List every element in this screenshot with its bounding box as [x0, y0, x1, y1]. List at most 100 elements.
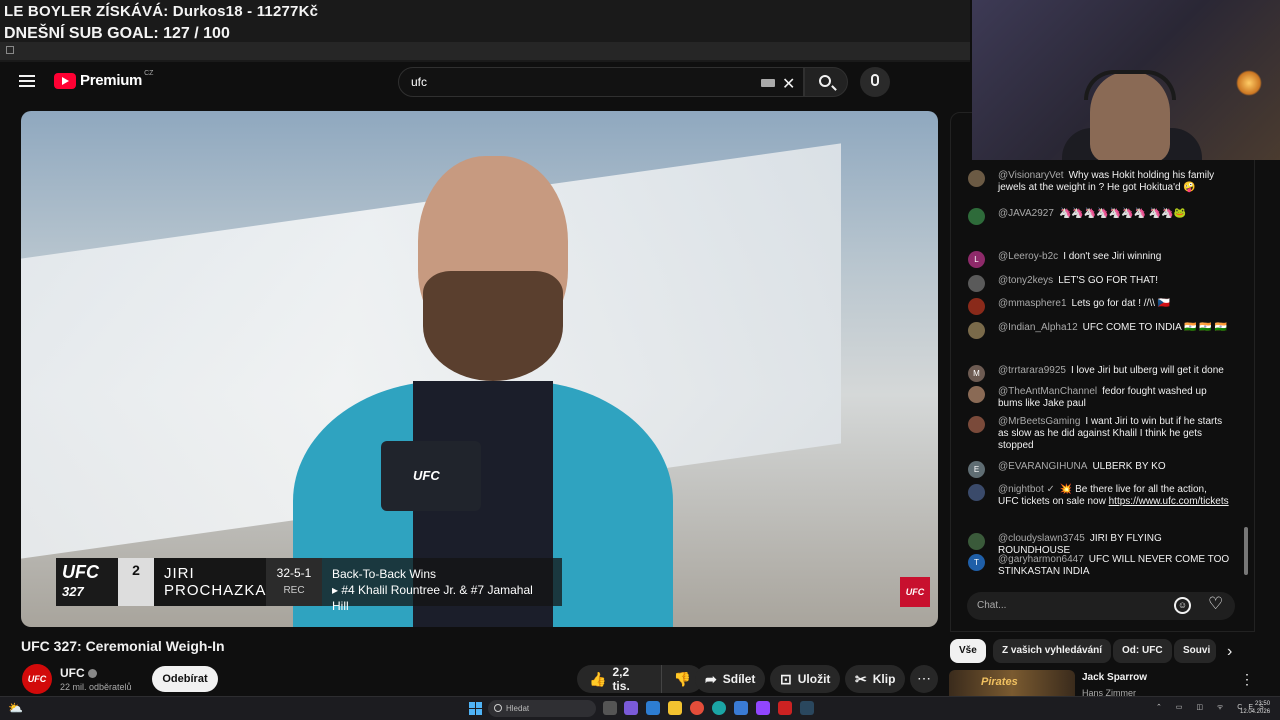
chat-avatar[interactable] — [968, 416, 985, 433]
chat-message: @tony2keys LET'S GO FOR THAT! — [968, 275, 1230, 292]
chat-text: 🦄🦄🦄🦄🦄🦄🦄 🦄🦄🐸 — [1058, 208, 1187, 219]
thumbs-down-icon: 👎 — [673, 670, 691, 687]
windows-taskbar: ⛅ Hledat ⌃ ▭ ◫ ᯤ CES 23:50 12.04.2026 — [0, 696, 1280, 720]
event-logo: UFC 327 — [56, 558, 118, 606]
share-button[interactable]: ➦ Sdílet — [695, 665, 766, 693]
edge-icon[interactable] — [712, 701, 726, 715]
widgets-icon[interactable]: ⛅ — [8, 701, 23, 715]
logo-region: CZ — [144, 70, 154, 77]
chat-message: @nightbot ✓ 💥 Be there live for all the a… — [968, 484, 1230, 508]
chip-related[interactable]: Souvi — [1174, 639, 1216, 663]
chat-avatar[interactable]: L — [968, 251, 985, 268]
channel-avatar[interactable]: UFC — [22, 664, 52, 694]
search-icon — [819, 75, 831, 87]
channel-name[interactable]: UFC — [60, 666, 97, 680]
video-title: UFC 327: Ceremonial Weigh-In — [21, 638, 225, 654]
logo-text: Premium — [80, 72, 143, 89]
fighter-name: JIRI PROCHAZKA — [154, 558, 266, 606]
like-button[interactable]: 👍 2,2 tis. — [577, 665, 662, 693]
chat-avatar[interactable] — [968, 322, 985, 339]
chat-message: @MrBeetsGaming I want Jiri to win but if … — [968, 416, 1230, 452]
recommendation-more-icon[interactable]: ⋮ — [1240, 671, 1254, 688]
mic-label: UFC — [413, 468, 440, 483]
chat-author[interactable]: @garyharmon6447 — [998, 554, 1084, 565]
recommendation-title[interactable]: Jack Sparrow — [1082, 672, 1147, 683]
emoji-icon[interactable]: ☺ — [1174, 597, 1191, 614]
chat-author[interactable]: @mmasphere1 — [998, 298, 1067, 309]
discord-icon[interactable] — [756, 701, 770, 715]
chat-avatar[interactable] — [968, 298, 985, 315]
folder-icon[interactable] — [668, 701, 682, 715]
mail-icon[interactable] — [646, 701, 660, 715]
chat-text: ULBERK BY KO — [1092, 461, 1166, 472]
chat-author[interactable]: @TheAntManChannel — [998, 386, 1097, 397]
task-view-icon[interactable] — [603, 701, 617, 715]
chat-author[interactable]: @nightbot ✓ — [998, 484, 1055, 495]
chat-avatar[interactable]: M — [968, 365, 985, 382]
save-button[interactable]: ⊡ Uložit — [770, 665, 841, 693]
start-button[interactable] — [469, 702, 482, 715]
clear-search-icon[interactable]: ✕ — [782, 74, 795, 94]
chat-avatar[interactable]: E — [968, 461, 985, 478]
chat-message: L @Leeroy-b2c I don't see Jiri winning — [968, 251, 1230, 268]
chat-author[interactable]: @trrtarara9925 — [998, 365, 1066, 376]
chrome-icon[interactable] — [690, 701, 704, 715]
chat-author[interactable]: @VisionaryVet — [998, 170, 1064, 181]
chat-avatar[interactable] — [968, 170, 985, 187]
thumbs-up-icon: 👍 — [589, 670, 607, 687]
steam-icon[interactable] — [800, 701, 814, 715]
chat-author[interactable]: @tony2keys — [998, 275, 1053, 286]
youtube-premium-logo[interactable]: Premium CZ — [54, 70, 154, 89]
chat-avatar[interactable] — [968, 533, 985, 550]
chat-avatar[interactable] — [968, 386, 985, 403]
chat-message: @VisionaryVet Why was Hokit holding his f… — [968, 170, 1230, 194]
chat-author[interactable]: @MrBeetsGaming — [998, 416, 1080, 427]
search-box: ✕ — [398, 67, 804, 97]
headset — [1084, 70, 1176, 100]
chip-from-searches[interactable]: Z vašich vyhledávání — [993, 639, 1112, 663]
grid-icon — [6, 46, 14, 54]
chat-text: UFC COME TO INDIA 🇮🇳 🇮🇳 🇮🇳 — [1082, 322, 1227, 333]
chat-link[interactable]: https://www.ufc.com/tickets — [1109, 496, 1229, 507]
chat-avatar[interactable] — [968, 275, 985, 292]
subscribe-button[interactable]: Odebírat — [152, 666, 218, 692]
heart-icon[interactable]: ♡ — [1208, 594, 1223, 614]
chat-input[interactable]: Chat... — [967, 592, 1235, 620]
bookmark-icon: ⊡ — [780, 670, 792, 687]
chat-author[interactable]: @cloudyslawn3745 — [998, 533, 1085, 544]
chat-message: @mmasphere1 Lets go for dat ! //\\ 🇨🇿 — [968, 298, 1230, 315]
chat-author[interactable]: @JAVA2927 — [998, 208, 1054, 219]
search-button[interactable] — [804, 67, 848, 97]
chat-avatar[interactable] — [968, 208, 985, 225]
clip-button[interactable]: ✂ Klip — [845, 665, 906, 693]
voice-search-button[interactable] — [860, 67, 890, 97]
chip-from-ufc[interactable]: Od: UFC — [1113, 639, 1172, 663]
overlay-strip — [0, 42, 970, 60]
recommendation-thumbnail[interactable]: Pirates — [949, 670, 1075, 696]
chat-scrollbar[interactable] — [1244, 527, 1248, 575]
taskbar-search[interactable]: Hledat — [488, 700, 596, 717]
chip-all[interactable]: Vše — [950, 639, 986, 663]
search-input[interactable] — [411, 75, 741, 89]
fighter-record: 32-5-1 REC — [266, 558, 322, 606]
clock[interactable]: 23:50 12.04.2026 — [1240, 700, 1270, 716]
donation-banner: LE BOYLER ZÍSKÁVÁ: Durkos18 - 11277Kč — [4, 3, 319, 20]
chat-avatar[interactable] — [968, 484, 985, 501]
chevron-right-icon[interactable]: › — [1227, 643, 1232, 661]
chat-message: @TheAntManChannel fedor fought washed up … — [968, 386, 1230, 410]
app-icon[interactable] — [624, 701, 638, 715]
chat-author[interactable]: @Indian_Alpha12 — [998, 322, 1078, 333]
more-actions-button[interactable]: ⋯ — [910, 665, 938, 693]
video-player[interactable]: UFC UFC 327 2 JIRI PROCHAZKA 32-5-1 REC Bac… — [21, 111, 938, 627]
chat-message: M @trrtarara9925 I love Jiri but ulberg wi… — [968, 365, 1230, 382]
chat-avatar[interactable]: T — [968, 554, 985, 571]
keyboard-icon[interactable] — [761, 79, 775, 87]
chat-message: E @EVARANGIHUNA ULBERK BY KO — [968, 461, 1230, 478]
chat-author[interactable]: @Leeroy-b2c — [998, 251, 1058, 262]
store-icon[interactable] — [734, 701, 748, 715]
microphone-icon — [871, 74, 879, 86]
chat-text: LET'S GO FOR THAT! — [1058, 275, 1159, 286]
chat-author[interactable]: @EVARANGIHUNA — [998, 461, 1087, 472]
app-red-icon[interactable] — [778, 701, 792, 715]
hamburger-menu-icon[interactable] — [19, 75, 35, 88]
